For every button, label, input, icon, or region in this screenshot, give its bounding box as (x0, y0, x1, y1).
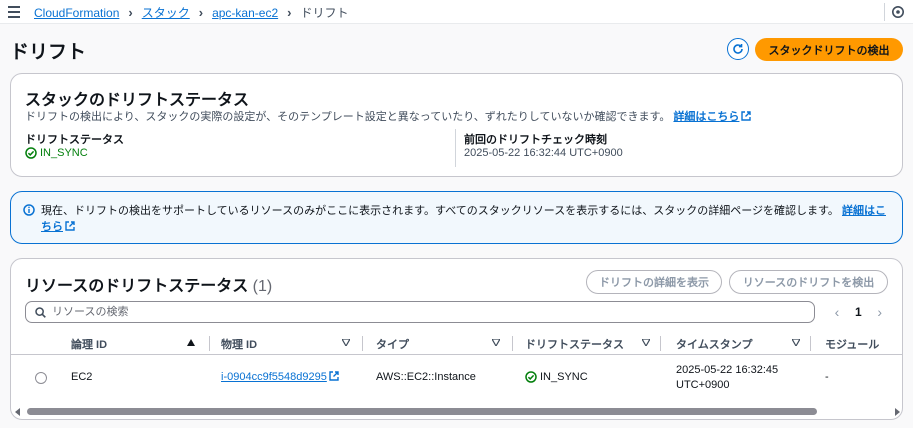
column-header-module[interactable]: モジュール (825, 336, 879, 352)
sort-descending-icon[interactable] (792, 339, 800, 346)
physical-id-link[interactable]: i-0904cc9f5548d9295 (221, 371, 339, 383)
panel-description: ドリフトの検出により、スタックの実際の設定が、そのテンプレート設定と異なっていた… (25, 108, 752, 124)
column-separator (512, 336, 513, 351)
divider (884, 3, 885, 21)
drift-status-text: IN_SYNC (40, 147, 88, 159)
resources-count: (1) (252, 278, 273, 295)
pagination: ‹ 1 › (831, 304, 886, 320)
column-separator (362, 336, 363, 351)
table-header: 論理 ID 物理 ID タイプ ドリフトステータス タイムスタンプ モジュール (11, 331, 902, 355)
resource-drift-status-panel: リソースのドリフトステータス (1) ドリフトの詳細を表示 リソースのドリフトを… (10, 258, 903, 420)
chevron-right-icon: › (198, 5, 204, 20)
chevron-right-icon[interactable]: › (874, 304, 886, 320)
alert-text: 現在、ドリフトの検出をサポートしているリソースのみがここに表示されます。すべての… (41, 205, 839, 217)
column-header-logical-id[interactable]: 論理 ID (71, 336, 107, 352)
info-icon (23, 204, 35, 216)
row-select-radio[interactable] (35, 372, 47, 384)
search-field[interactable] (25, 301, 815, 323)
logical-id-cell: EC2 (71, 371, 93, 383)
scrollbar-thumb[interactable] (27, 408, 817, 415)
sort-ascending-icon[interactable] (187, 339, 195, 346)
panel-title: リソースのドリフトステータス (1) (25, 272, 272, 296)
external-link-icon (329, 371, 339, 381)
chevron-left-icon[interactable]: ‹ (831, 304, 843, 320)
page-number[interactable]: 1 (855, 305, 862, 319)
view-drift-details-button[interactable]: ドリフトの詳細を表示 (586, 270, 722, 294)
timestamp-line2: UTC+0900 (676, 379, 730, 391)
column-header-timestamp[interactable]: タイムスタンプ (676, 336, 752, 352)
scroll-right-icon[interactable] (894, 408, 900, 416)
table-row[interactable]: EC2 i-0904cc9f5548d9295 AWS::EC2::Instan… (11, 356, 902, 400)
column-header-drift-status[interactable]: ドリフトステータス (525, 336, 624, 352)
drift-status-value: IN_SYNC (25, 147, 88, 159)
last-check-value: 2025-05-22 16:32:44 UTC+0900 (464, 147, 623, 159)
refresh-icon (733, 44, 743, 54)
column-header-physical-id[interactable]: 物理 ID (221, 336, 257, 352)
sort-descending-icon[interactable] (342, 339, 350, 346)
refresh-button[interactable] (727, 38, 749, 60)
physical-id-text: i-0904cc9f5548d9295 (221, 371, 327, 383)
last-check-label: 前回のドリフトチェック時刻 (464, 134, 607, 146)
sort-descending-icon[interactable] (642, 339, 650, 346)
status-success-icon (525, 371, 537, 383)
status-success-icon (25, 147, 37, 159)
column-separator (209, 336, 210, 351)
top-navigation-bar: CloudFormation › スタック › apc-kan-ec2 › ドリ… (0, 0, 913, 24)
description-text: ドリフトの検出により、スタックの実際の設定が、そのテンプレート設定と異なっていた… (25, 111, 671, 123)
breadcrumb-stack-name[interactable]: apc-kan-ec2 (212, 6, 278, 20)
sort-descending-icon[interactable] (492, 339, 500, 346)
module-cell: - (825, 371, 829, 383)
settings-icon[interactable] (891, 5, 905, 19)
chevron-right-icon: › (287, 5, 292, 20)
column-header-type[interactable]: タイプ (376, 336, 409, 352)
detect-resource-drift-button[interactable]: リソースのドリフトを検出 (729, 270, 888, 294)
panel-title: スタックのドリフトステータス (25, 92, 250, 109)
external-link-icon (65, 221, 75, 231)
detect-stack-drift-button[interactable]: スタックドリフトの検出 (755, 38, 903, 61)
stack-drift-status-panel: スタックのドリフトステータス ドリフトの検出により、スタックの実際の設定が、その… (10, 73, 903, 177)
external-link-icon (741, 111, 752, 121)
breadcrumb-cloudformation[interactable]: CloudFormation (34, 6, 119, 20)
column-separator (660, 336, 661, 351)
page-title: ドリフト (10, 42, 87, 63)
menu-icon[interactable] (8, 6, 20, 18)
resources-title-text: リソースのドリフトステータス (25, 278, 249, 295)
column-separator (810, 336, 811, 351)
divider (455, 129, 456, 167)
timestamp-line1: 2025-05-22 16:32:45 (676, 364, 779, 376)
drift-status-label: ドリフトステータス (25, 134, 124, 146)
learn-more-label: 詳細はこちら (673, 111, 740, 123)
learn-more-link[interactable]: 詳細はこちら (673, 111, 752, 123)
alert-message: 現在、ドリフトの検出をサポートしているリソースのみがここに表示されます。すべての… (41, 203, 886, 235)
breadcrumb-current: ドリフト (300, 6, 349, 20)
drift-status-text: IN_SYNC (540, 371, 588, 383)
breadcrumb-stacks[interactable]: スタック (142, 4, 190, 21)
scroll-left-icon[interactable] (15, 408, 21, 416)
type-cell: AWS::EC2::Instance (376, 371, 476, 383)
search-icon (35, 307, 46, 318)
breadcrumb: CloudFormation › スタック › apc-kan-ec2 › ドリ… (34, 4, 348, 21)
horizontal-scrollbar[interactable] (11, 406, 902, 418)
drift-status-cell: IN_SYNC (525, 371, 588, 383)
info-alert: 現在、ドリフトの検出をサポートしているリソースのみがここに表示されます。すべての… (10, 191, 903, 244)
search-input[interactable] (52, 304, 802, 320)
chevron-right-icon: › (128, 5, 133, 20)
